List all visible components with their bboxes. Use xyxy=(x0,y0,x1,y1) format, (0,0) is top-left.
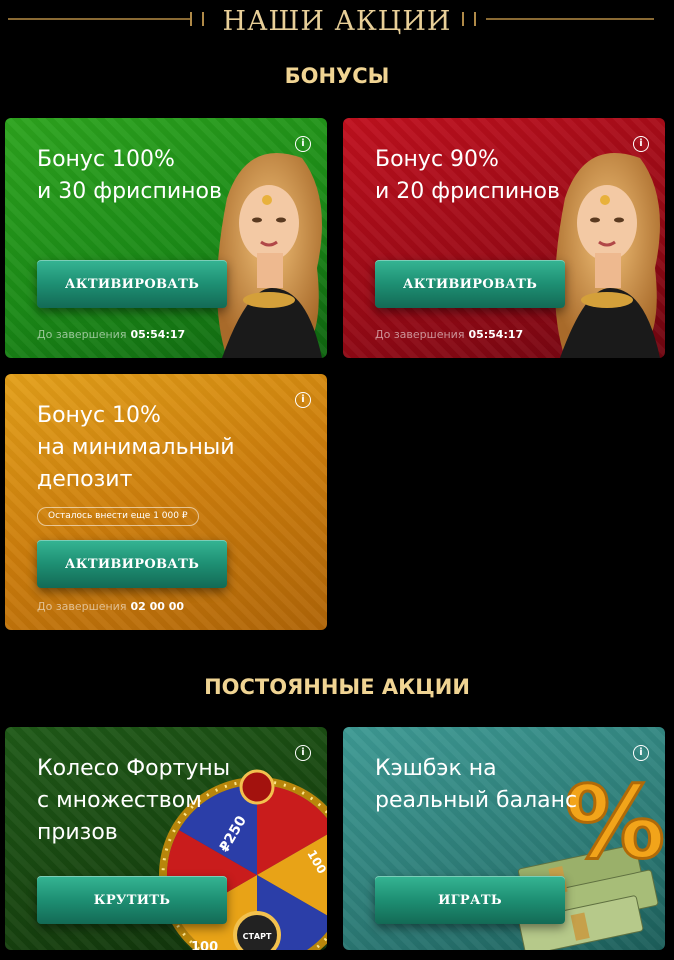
bonus-card-title-line3: депозит xyxy=(37,467,133,492)
bonus-card-title-line1: Бонус 90% xyxy=(375,147,499,172)
promo-card-title-line2: с множеством xyxy=(37,788,202,813)
wheel-start-label: СТАРТ xyxy=(243,932,272,941)
model-illustration xyxy=(555,153,660,358)
countdown-timer: До завершения 05:54:17 xyxy=(37,328,185,341)
bonus-card-90: Бонус 90% и 20 фриспинов i АКТИВИРОВАТЬ … xyxy=(343,118,665,358)
timer-label: До завершения xyxy=(37,328,127,341)
page-title: НАШИ АКЦИИ xyxy=(222,5,452,37)
header-ornament-left xyxy=(190,12,204,26)
remaining-deposit-badge: Осталось внести еще 1 000 ₽ xyxy=(37,507,199,526)
info-icon[interactable]: i xyxy=(295,392,311,408)
countdown-timer: До завершения 05:54:17 xyxy=(375,328,523,341)
promo-card-title: Кэшбэк на реальный баланс xyxy=(375,753,577,817)
timer-value: 05:54:17 xyxy=(130,328,186,341)
activate-button[interactable]: АКТИВИРОВАТЬ xyxy=(37,540,227,588)
svg-text:%: % xyxy=(565,767,665,881)
timer-value: 05:54:17 xyxy=(468,328,524,341)
bonus-card-100: Бонус 100% и 30 фриспинов i АКТИВИРОВАТЬ… xyxy=(5,118,327,358)
wheel-segment-label: 100 xyxy=(191,940,218,950)
timer-label: До завершения xyxy=(37,600,127,613)
cashback-card: Кэшбэк на реальный баланс i % ИГРАТЬ xyxy=(343,727,665,950)
activate-button[interactable]: АКТИВИРОВАТЬ xyxy=(375,260,565,308)
timer-value: 02 00 00 xyxy=(130,600,185,613)
header-divider-left xyxy=(8,18,190,20)
promo-card-title-line1: Кэшбэк на xyxy=(375,756,497,781)
promo-card-title: Колесо Фортуны с множеством призов xyxy=(37,753,230,849)
play-button[interactable]: ИГРАТЬ xyxy=(375,876,565,924)
fortune-wheel-card: Колесо Фортуны с множеством призов i ₽25… xyxy=(5,727,327,950)
timer-label: До завершения xyxy=(375,328,465,341)
bonus-card-title-line1: Бонус 10% xyxy=(37,403,161,428)
info-icon[interactable]: i xyxy=(295,745,311,761)
header-divider-right xyxy=(486,18,654,20)
page-header: НАШИ АКЦИИ xyxy=(0,0,674,40)
section-title-bonuses: БОНУСЫ xyxy=(284,64,390,88)
promo-card-title-line2: реальный баланс xyxy=(375,788,578,813)
promo-card-title-line3: призов xyxy=(37,820,118,845)
bonus-card-title-line1: Бонус 100% xyxy=(37,147,175,172)
info-icon[interactable]: i xyxy=(295,136,311,152)
bonus-card-title-line2: на минимальный xyxy=(37,435,235,460)
bonus-card-title: Бонус 90% и 20 фриспинов xyxy=(375,144,560,208)
header-ornament-right xyxy=(462,12,476,26)
promo-card-title-line1: Колесо Фортуны xyxy=(37,756,231,781)
bonus-card-title: Бонус 100% и 30 фриспинов xyxy=(37,144,222,208)
activate-button[interactable]: АКТИВИРОВАТЬ xyxy=(37,260,227,308)
bonus-card-10: Бонус 10% на минимальный депозит i Остал… xyxy=(5,374,327,630)
bonus-card-title-line2: и 20 фриспинов xyxy=(375,179,560,204)
info-icon[interactable]: i xyxy=(633,745,649,761)
spin-button[interactable]: КРУТИТЬ xyxy=(37,876,227,924)
countdown-timer: До завершения 02 00 00 xyxy=(37,600,184,613)
bonus-card-title-line2: и 30 фриспинов xyxy=(37,179,222,204)
bonus-card-title: Бонус 10% на минимальный депозит xyxy=(37,400,235,496)
model-illustration xyxy=(217,153,322,358)
info-icon[interactable]: i xyxy=(633,136,649,152)
section-title-permanent: ПОСТОЯННЫЕ АКЦИИ xyxy=(204,675,470,699)
